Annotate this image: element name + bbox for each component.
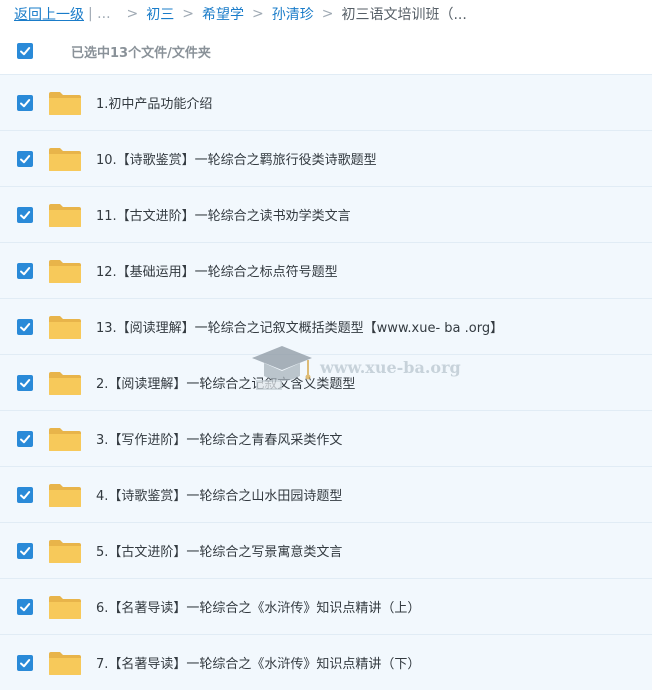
folder-icon (49, 539, 81, 563)
row-checkbox[interactable] (17, 94, 33, 111)
file-name[interactable]: 1.初中产品功能介绍 (96, 93, 212, 112)
file-row[interactable]: 13.【阅读理解】一轮综合之记叙文概括类题型【www.xue- ba .org】 (0, 298, 652, 354)
file-name[interactable]: 12.【基础运用】一轮综合之标点符号题型 (96, 261, 338, 280)
selection-count: 已选中13个文件/文件夹 (71, 45, 211, 61)
folder-icon (49, 203, 81, 227)
breadcrumb-current: 初三语文培训班（... (341, 7, 467, 23)
file-name[interactable]: 6.【名著导读】一轮综合之《水浒传》知识点精讲（上） (96, 597, 420, 616)
row-checkbox[interactable] (17, 542, 33, 559)
file-row[interactable]: 12.【基础运用】一轮综合之标点符号题型 (0, 242, 652, 298)
checkmark-icon (20, 322, 31, 331)
folder-icon (49, 651, 81, 675)
folder-icon (49, 595, 81, 619)
file-name[interactable]: 11.【古文进阶】一轮综合之读书劝学类文言 (96, 205, 351, 224)
folder-icon (49, 315, 81, 339)
checkmark-icon (20, 47, 31, 56)
folder-icon (49, 259, 81, 283)
file-name[interactable]: 10.【诗歌鉴赏】一轮综合之羁旅行役类诗歌题型 (96, 149, 377, 168)
row-checkbox[interactable] (17, 262, 33, 279)
file-name[interactable]: 13.【阅读理解】一轮综合之记叙文概括类题型【www.xue- ba .org】 (96, 317, 503, 336)
checkmark-icon (20, 210, 31, 219)
breadcrumb-separator: > (252, 6, 264, 22)
file-row[interactable]: 5.【古文进阶】一轮综合之写景寓意类文言 (0, 522, 652, 578)
row-checkbox[interactable] (17, 486, 33, 503)
row-checkbox[interactable] (17, 374, 33, 391)
file-row[interactable]: 10.【诗歌鉴赏】一轮综合之羁旅行役类诗歌题型 (0, 130, 652, 186)
folder-icon (49, 371, 81, 395)
row-checkbox[interactable] (17, 206, 33, 223)
folder-icon (49, 91, 81, 115)
row-checkbox[interactable] (17, 654, 33, 671)
file-row[interactable]: 6.【名著导读】一轮综合之《水浒传》知识点精讲（上） (0, 578, 652, 634)
file-row[interactable]: 1.初中产品功能介绍 (0, 74, 652, 130)
breadcrumb-item-grade[interactable]: 初三 (146, 4, 174, 24)
file-row[interactable]: 3.【写作进阶】一轮综合之青春风采类作文 (0, 410, 652, 466)
row-checkbox[interactable] (17, 430, 33, 447)
row-checkbox[interactable] (17, 598, 33, 615)
checkmark-icon (20, 658, 31, 667)
file-name[interactable]: 7.【名著导读】一轮综合之《水浒传》知识点精讲（下） (96, 653, 420, 672)
file-row[interactable]: 2.【阅读理解】一轮综合之记叙文含义类题型 (0, 354, 652, 410)
checkmark-icon (20, 490, 31, 499)
breadcrumb-separator: > (182, 6, 194, 22)
breadcrumb: 返回上一级 | ... > 初三 > 希望学 > 孙清珍 > 初三语文培训班（.… (0, 0, 652, 28)
breadcrumb-ellipsis[interactable]: | ... (88, 6, 111, 22)
file-name[interactable]: 2.【阅读理解】一轮综合之记叙文含义类题型 (96, 373, 355, 392)
checkmark-icon (20, 98, 31, 107)
breadcrumb-item-teacher[interactable]: 孙清珍 (272, 4, 314, 24)
folder-icon (49, 147, 81, 171)
selection-bar: 已选中13个文件/文件夹 (0, 28, 652, 74)
file-name[interactable]: 4.【诗歌鉴赏】一轮综合之山水田园诗题型 (96, 485, 342, 504)
breadcrumb-item-school[interactable]: 希望学 (202, 4, 244, 24)
row-checkbox[interactable] (17, 318, 33, 335)
select-all-checkbox[interactable] (17, 43, 33, 59)
back-link[interactable]: 返回上一级 (14, 4, 84, 24)
checkmark-icon (20, 378, 31, 387)
file-list: 1.初中产品功能介绍 10.【诗歌鉴赏】一轮综合之羁旅行役类诗歌题型 11.【古… (0, 74, 652, 690)
breadcrumb-separator: > (126, 6, 139, 22)
file-browser: 返回上一级 | ... > 初三 > 希望学 > 孙清珍 > 初三语文培训班（.… (0, 0, 652, 697)
row-checkbox[interactable] (17, 150, 33, 167)
file-row[interactable]: 7.【名著导读】一轮综合之《水浒传》知识点精讲（下） (0, 634, 652, 690)
checkmark-icon (20, 266, 31, 275)
breadcrumb-separator: > (321, 6, 334, 22)
checkmark-icon (20, 434, 31, 443)
folder-icon (49, 427, 81, 451)
folder-icon (49, 483, 81, 507)
file-row[interactable]: 11.【古文进阶】一轮综合之读书劝学类文言 (0, 186, 652, 242)
checkmark-icon (20, 546, 31, 555)
checkmark-icon (20, 154, 31, 163)
file-row[interactable]: 4.【诗歌鉴赏】一轮综合之山水田园诗题型 (0, 466, 652, 522)
file-name[interactable]: 3.【写作进阶】一轮综合之青春风采类作文 (96, 429, 342, 448)
checkmark-icon (20, 602, 31, 611)
file-name[interactable]: 5.【古文进阶】一轮综合之写景寓意类文言 (96, 541, 342, 560)
